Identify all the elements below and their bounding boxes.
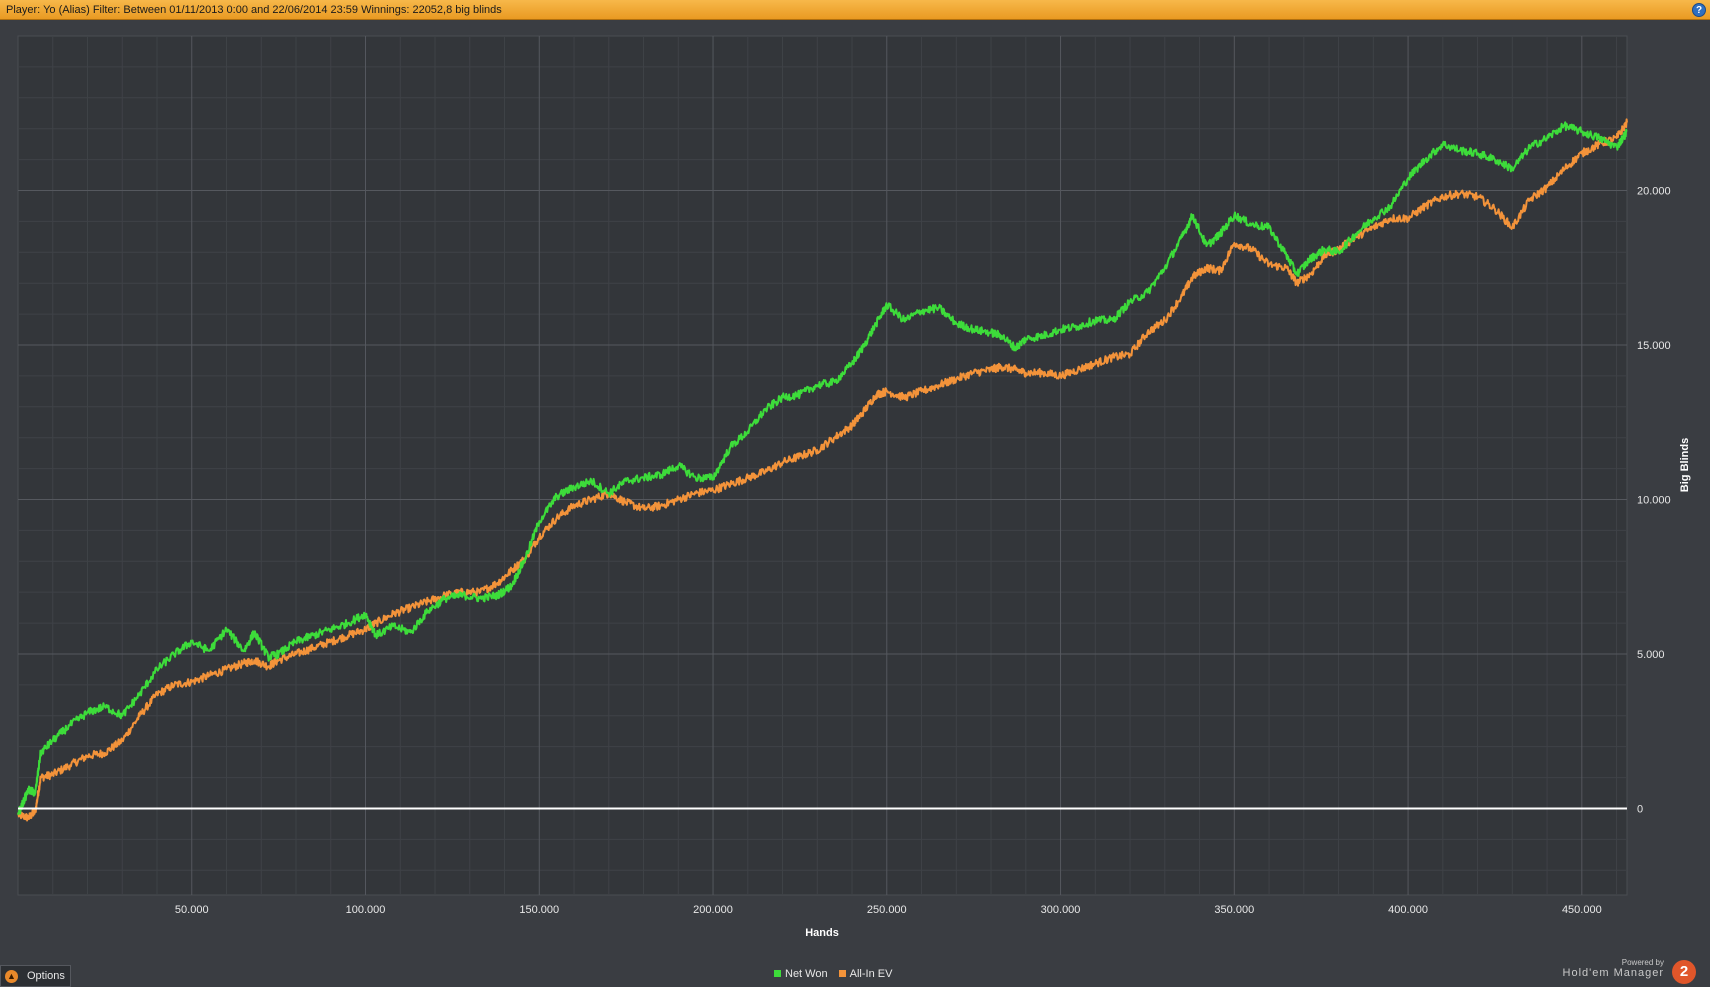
graph-title: Player: Yo (Alias) Filter: Between 01/11… [6, 4, 502, 16]
x-tick-label: 300.000 [1041, 904, 1081, 916]
winnings-chart: 50.000 100.000 150.000 200.000 250.000 300.00… [17, 35, 1691, 939]
x-tick-label: 150.000 [519, 904, 559, 916]
legend-swatch-net-won [774, 969, 781, 977]
x-tick-label: 400.000 [1388, 904, 1428, 916]
holdem-manager-logo-icon: 2 [1672, 960, 1696, 984]
legend: Net Won All-In EV [774, 968, 900, 980]
y-axis-label: Big Blinds [1679, 438, 1691, 492]
legend-label-all-in-ev: All-In EV [849, 968, 893, 980]
x-tick-label: 100.000 [346, 904, 386, 916]
y-tick-label: 0 [1637, 803, 1643, 815]
question-icon[interactable]: ? [1692, 3, 1706, 17]
y-axis-ticks: 0 5.000 10.000 15.000 20.000 [1637, 185, 1671, 815]
x-tick-label: 200.000 [693, 904, 733, 916]
options-label: Options [27, 970, 65, 982]
powered-by: Powered by Hold'em Manager [1563, 958, 1664, 979]
plot-area [17, 35, 1628, 896]
y-tick-label: 15.000 [1637, 340, 1671, 352]
x-tick-label: 350.000 [1214, 904, 1254, 916]
options-button[interactable]: ▲ Options [0, 965, 71, 987]
y-tick-label: 5.000 [1637, 649, 1665, 661]
y-tick-label: 20.000 [1637, 185, 1671, 197]
legend-swatch-all-in-ev [838, 969, 846, 977]
powered-by-text: Powered by [1621, 958, 1664, 967]
x-axis-label: Hands [805, 927, 839, 939]
legend-item-all-in-ev[interactable]: All-In EV [838, 968, 893, 980]
legend-item-net-won[interactable]: Net Won [774, 968, 828, 980]
title-bar: Player: Yo (Alias) Filter: Between 01/11… [0, 0, 1710, 20]
x-tick-label: 50.000 [175, 904, 209, 916]
chevron-up-icon: ▲ [5, 970, 18, 983]
x-tick-label: 450.000 [1562, 904, 1602, 916]
x-axis-ticks: 50.000 100.000 150.000 200.000 250.000 300.00… [175, 904, 1602, 916]
x-tick-label: 250.000 [867, 904, 907, 916]
brand-name: Hold'em Manager [1562, 967, 1664, 979]
y-tick-label: 10.000 [1637, 494, 1671, 506]
legend-label-net-won: Net Won [785, 968, 828, 980]
